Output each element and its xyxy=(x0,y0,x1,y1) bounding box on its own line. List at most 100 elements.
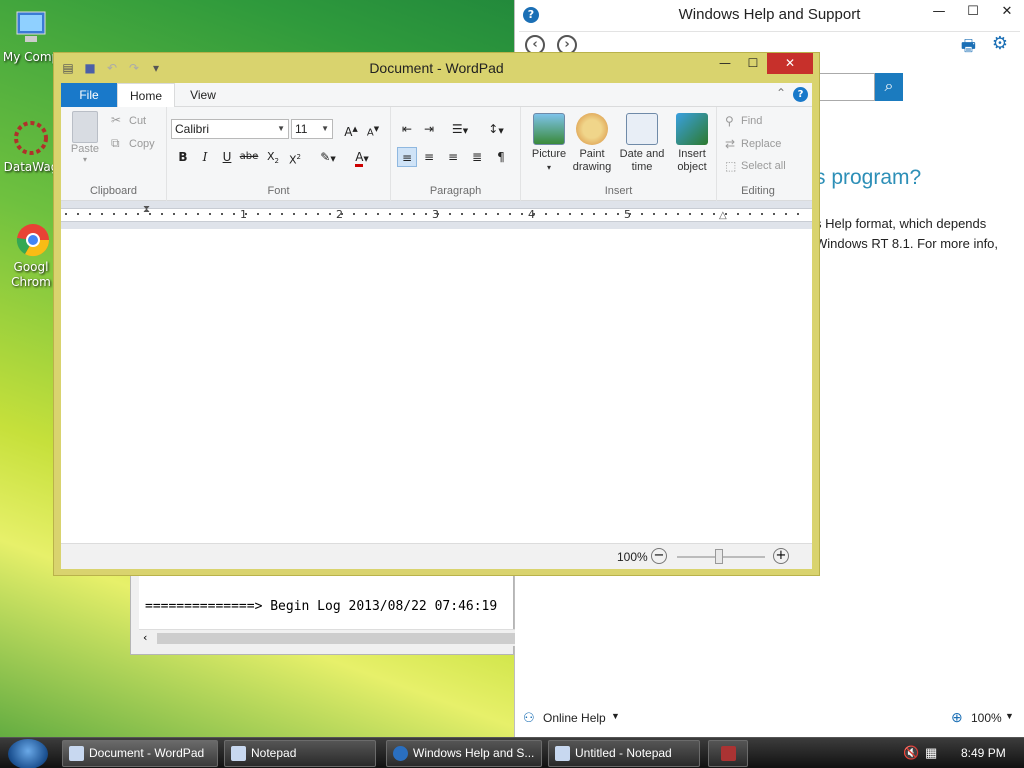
ruler-tick xyxy=(125,213,127,215)
date-time-button[interactable]: Date and time xyxy=(617,113,667,174)
ruler-tick xyxy=(653,213,655,215)
taskbar-item-notepad[interactable]: Notepad xyxy=(224,740,376,767)
ruler-tick xyxy=(413,213,415,215)
align-right-icon[interactable]: ≡ xyxy=(443,147,463,167)
subscript-icon[interactable]: X2 xyxy=(263,147,283,167)
font-size-value: 11 xyxy=(295,122,308,136)
ruler-tick xyxy=(221,213,223,215)
shrink-font-icon[interactable]: A▼ xyxy=(363,119,383,139)
network-icon[interactable]: ▦ xyxy=(925,745,937,761)
bullets-icon[interactable]: ☰▼ xyxy=(445,119,475,139)
zoom-in-icon[interactable]: + xyxy=(773,548,789,564)
ruler-tick xyxy=(641,213,643,215)
replace-button[interactable]: Replace xyxy=(741,138,781,150)
minimize-button[interactable]: — xyxy=(711,53,739,74)
taskbar-item-label: Document - WordPad xyxy=(89,746,205,760)
tab-home[interactable]: Home xyxy=(117,83,175,108)
help-heading: s program? xyxy=(815,166,922,189)
find-button[interactable]: Find xyxy=(741,115,762,127)
copy-icon: ⧉ xyxy=(111,136,120,150)
group-label: Insert xyxy=(604,185,633,197)
minimize-ribbon-icon[interactable]: ⌃ xyxy=(776,86,786,100)
select-all-button[interactable]: Select all xyxy=(741,160,786,172)
document-area[interactable] xyxy=(61,229,812,543)
strikethrough-icon[interactable]: abe xyxy=(239,147,259,167)
ruler-tick xyxy=(713,213,715,215)
maximize-button[interactable]: ☐ xyxy=(956,0,990,26)
line-spacing-icon[interactable]: ↕▼ xyxy=(481,119,511,139)
paste-button[interactable]: Paste ▾ xyxy=(67,111,103,164)
ruler-tick xyxy=(617,213,619,215)
search-button[interactable]: ⌕ xyxy=(875,73,903,101)
paragraph-settings-icon[interactable]: ¶ xyxy=(491,147,511,167)
minimize-button[interactable]: — xyxy=(922,0,956,26)
start-button[interactable] xyxy=(8,739,48,768)
volume-muted-icon[interactable]: 🔇 xyxy=(903,745,919,761)
search-input[interactable] xyxy=(815,73,875,101)
ruler-tick xyxy=(353,213,355,215)
zoom-slider-thumb[interactable] xyxy=(715,549,723,564)
horizontal-scrollbar[interactable]: ‹ xyxy=(139,629,515,646)
decrease-indent-icon[interactable]: ⇤ xyxy=(397,119,417,139)
taskbar-item-label: Notepad xyxy=(251,746,297,760)
cut-button[interactable]: Cut xyxy=(129,115,146,127)
zoom-out-icon[interactable]: − xyxy=(651,548,667,564)
increase-indent-icon[interactable]: ⇥ xyxy=(419,119,439,139)
taskbar-item-untitled-notepad[interactable]: Untitled - Notepad xyxy=(548,740,700,767)
title-bar[interactable]: ▤ ■ ↶ ↷ ▾ Document - WordPad — ☐ ✕ xyxy=(54,53,819,83)
text-color-icon[interactable]: A▼ xyxy=(347,147,377,167)
scroll-left-icon[interactable]: ‹ xyxy=(143,631,147,644)
paste-label: Paste xyxy=(70,143,100,155)
ruler-tick xyxy=(569,213,571,215)
insert-object-button[interactable]: Insert object xyxy=(667,113,717,174)
help-icon[interactable]: ? xyxy=(793,87,808,102)
status-bar: 100% − + xyxy=(61,543,812,569)
print-icon[interactable]: 🖶 xyxy=(961,35,976,62)
ruler-tick xyxy=(773,213,775,215)
desktop-icon-label: My Comp xyxy=(2,50,60,64)
wordpad-window[interactable]: ▤ ■ ↶ ↷ ▾ Document - WordPad — ☐ ✕ File … xyxy=(53,52,820,576)
taskbar-item-help[interactable]: Windows Help and S... xyxy=(386,740,542,767)
ruler-tick xyxy=(137,213,139,215)
ruler[interactable]: ⧗ △ 1 2 3 4 5 xyxy=(61,201,812,229)
ruler-tick xyxy=(449,213,451,215)
ruler-tick xyxy=(461,213,463,215)
ruler-tick xyxy=(485,213,487,215)
ruler-tick xyxy=(509,213,511,215)
ruler-tick xyxy=(737,213,739,215)
taskbar-item-wordpad[interactable]: Document - WordPad xyxy=(62,740,218,767)
ruler-tick xyxy=(785,213,787,215)
highlight-color-icon[interactable]: ✎▼ xyxy=(313,147,343,167)
underline-icon[interactable]: U xyxy=(217,147,237,167)
zoom-dropdown[interactable]: 100% xyxy=(971,711,1002,725)
align-center-icon[interactable]: ≡ xyxy=(419,147,439,167)
paint-drawing-button[interactable]: Paint drawing xyxy=(567,113,617,174)
close-button[interactable]: ✕ xyxy=(767,53,813,74)
align-left-icon[interactable]: ≡ xyxy=(397,147,417,167)
tab-view[interactable]: View xyxy=(175,83,231,107)
ribbon-tabs: File Home View ⌃ ? xyxy=(61,83,812,108)
ruler-tick xyxy=(341,213,343,215)
scrollbar-thumb[interactable] xyxy=(157,633,515,644)
clock[interactable]: 8:49 PM xyxy=(961,746,1006,760)
ruler-tick xyxy=(761,213,763,215)
italic-icon[interactable]: I xyxy=(195,147,215,167)
close-button[interactable]: ✕ xyxy=(990,0,1024,26)
font-family-select[interactable]: Calibri ▼ xyxy=(171,119,289,139)
superscript-icon[interactable]: X2 xyxy=(285,147,305,167)
copy-button[interactable]: Copy xyxy=(129,138,155,150)
taskbar-item-app[interactable] xyxy=(708,740,748,767)
justify-icon[interactable]: ≣ xyxy=(467,147,487,167)
gear-icon[interactable]: ⚙ xyxy=(992,33,1008,54)
bold-icon[interactable]: B xyxy=(173,147,193,167)
right-indent-marker[interactable]: △ xyxy=(719,210,727,221)
ruler-tick xyxy=(437,213,439,215)
paragraph-group: ⇤ ⇥ ☰▼ ↕▼ ≡ ≡ ≡ ≣ ¶ Paragraph xyxy=(391,107,521,201)
online-help-dropdown[interactable]: Online Help xyxy=(543,711,606,725)
font-size-select[interactable]: 11 ▼ xyxy=(291,119,333,139)
ruler-tick xyxy=(293,213,295,215)
grow-font-icon[interactable]: A▲ xyxy=(341,119,361,139)
ruler-tick xyxy=(605,213,607,215)
tab-file[interactable]: File xyxy=(61,83,117,107)
maximize-button[interactable]: ☐ xyxy=(739,53,767,74)
